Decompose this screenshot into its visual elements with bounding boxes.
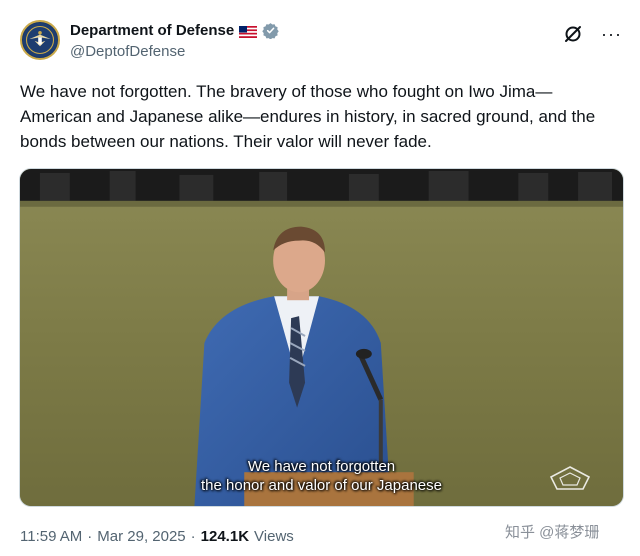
video-frame — [20, 169, 623, 506]
pentagon-logo-icon — [547, 465, 593, 491]
author-display-name[interactable]: Department of Defense — [70, 22, 234, 39]
video-caption-line-1: We have not forgotten — [247, 458, 396, 475]
meta-separator: · — [190, 528, 196, 545]
more-options-icon[interactable]: ··· — [601, 24, 622, 44]
author-handle[interactable]: @DeptofDefense — [70, 43, 185, 60]
views-label: Views — [254, 528, 294, 545]
meta-separator: · — [87, 528, 93, 545]
video-caption-line-2: the honor and valor of our Japanese — [200, 477, 442, 494]
author-name-row: Department of Defense — [70, 22, 279, 40]
verified-badge-icon — [262, 22, 279, 40]
tweet-date[interactable]: Mar 29, 2025 — [97, 528, 185, 545]
tweet-video[interactable]: We have not forgotten the honor and valo… — [19, 168, 624, 507]
tweet-header: Department of Defense @DeptofDefense ··· — [20, 20, 624, 64]
tweet-meta: 11:59 AM · Mar 29, 2025 · 124.1K Views — [20, 528, 294, 545]
views-count: 124.1K — [200, 528, 250, 545]
us-flag-icon — [239, 25, 258, 38]
grok-icon[interactable] — [563, 24, 583, 44]
tweet-text: We have not forgotten. The bravery of th… — [20, 82, 596, 151]
dod-seal-icon — [22, 22, 58, 58]
tweet-time[interactable]: 11:59 AM — [20, 528, 82, 545]
site-watermark: 知乎 @蒋梦珊 — [505, 524, 600, 541]
header-actions: ··· — [563, 24, 622, 44]
avatar[interactable] — [20, 20, 60, 60]
